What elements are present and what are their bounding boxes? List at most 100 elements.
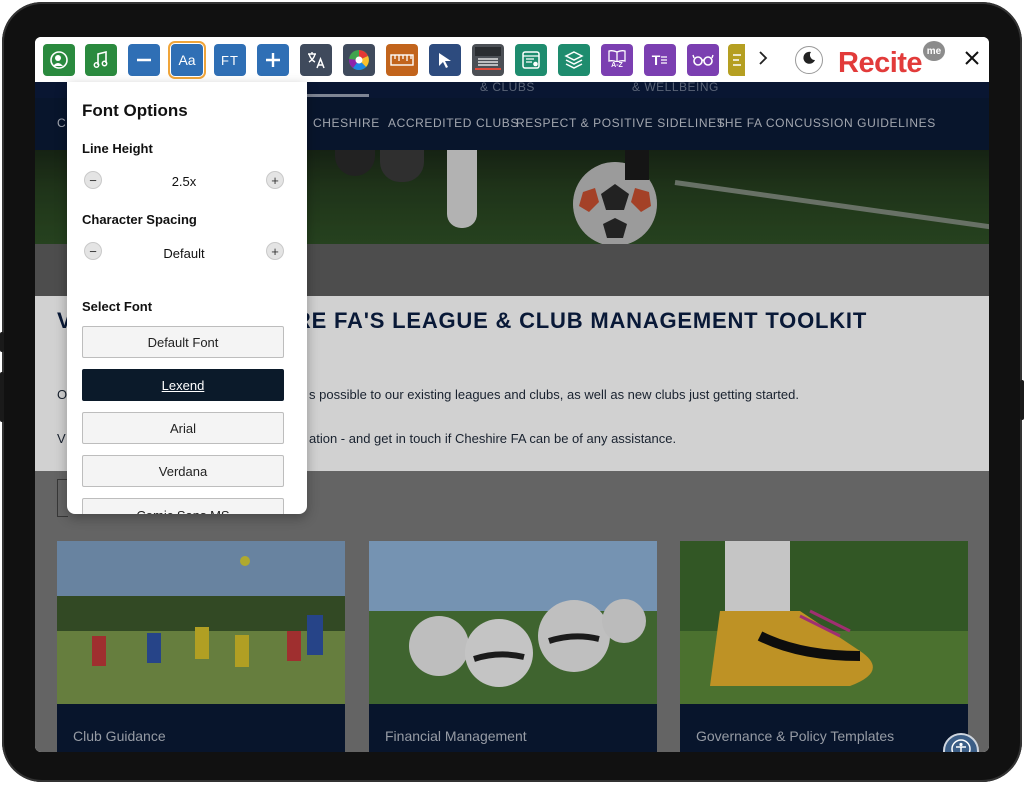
para-rest: s possible to our existing leagues and c…: [309, 387, 799, 402]
nav-item-concussion[interactable]: THE FA CONCUSSION GUIDELINES: [717, 116, 936, 130]
page-layers-button[interactable]: [558, 44, 590, 76]
intro-paragraph: Os possible to our existing leagues and …: [57, 387, 799, 402]
color-wheel-icon: [347, 48, 371, 72]
char-spacing-decrease-button[interactable]: −: [84, 242, 102, 260]
panel-title: Font Options: [82, 101, 188, 120]
translate-button[interactable]: [300, 44, 332, 76]
font-option-lexend[interactable]: Lexend: [82, 369, 284, 401]
minus-icon: [135, 51, 153, 69]
card-image: [57, 541, 345, 704]
dictionary-icon: [608, 50, 626, 62]
logo-wordmark: Recite: [838, 47, 923, 79]
nav-item[interactable]: C: [57, 116, 66, 130]
para-rest: ation - and get in touch if Cheshire FA …: [309, 431, 677, 446]
moon-icon: [801, 50, 817, 71]
lines-icon: [660, 55, 668, 65]
player-boot: [380, 150, 424, 182]
card-footer: Financial Management: [369, 704, 657, 752]
font-option-verdana[interactable]: Verdana: [82, 455, 284, 487]
toolbar-scroll-right-button[interactable]: [751, 45, 775, 75]
font-type-button[interactable]: FT: [214, 44, 246, 76]
card-image: [680, 541, 968, 704]
line-height-increase-button[interactable]: +: [266, 171, 284, 189]
cursor-button[interactable]: [429, 44, 461, 76]
font-type-icon: FT: [221, 52, 239, 68]
translate-icon: [306, 50, 326, 70]
headline-rest: IRE FA'S LEAGUE & CLUB MANAGEMENT TOOLKI…: [288, 308, 868, 333]
card-club-guidance[interactable]: Club Guidance: [57, 541, 345, 752]
nav-item-respect[interactable]: RESPECT & POSITIVE SIDELINES: [516, 116, 725, 130]
plus-icon: +: [271, 243, 279, 259]
font-option-default[interactable]: Default Font: [82, 326, 284, 358]
reading-glasses-button[interactable]: [687, 44, 719, 76]
dictionary-button[interactable]: A-Z: [601, 44, 633, 76]
magnifier-text-button[interactable]: T: [644, 44, 676, 76]
close-toolbar-button[interactable]: [960, 48, 984, 72]
pitch-line: [674, 180, 989, 230]
line-height-decrease-button[interactable]: −: [84, 171, 102, 189]
screen-reader-button[interactable]: [43, 44, 75, 76]
color-settings-button[interactable]: [343, 44, 375, 76]
screen-mask-icon: [475, 47, 501, 73]
accessibility-icon: [951, 738, 971, 752]
ruler-button[interactable]: [386, 44, 418, 76]
font-option-arial[interactable]: Arial: [82, 412, 284, 444]
line-height-label: Line Height: [82, 141, 153, 156]
topbar-item[interactable]: & WELLBEING: [632, 80, 719, 94]
para-start: V: [57, 431, 66, 446]
card-footer: Governance & Policy Templates: [680, 704, 968, 752]
magnify-text-icon: T: [651, 52, 661, 68]
player-leg: [625, 150, 649, 180]
power-button: [1020, 380, 1024, 420]
text-only-button[interactable]: [515, 44, 547, 76]
close-icon: [965, 50, 979, 70]
glasses-icon: [692, 54, 714, 66]
nav-item-accredited-clubs[interactable]: ACCREDITED CLUBS: [388, 116, 519, 130]
card-title: Governance & Policy Templates: [696, 728, 895, 744]
music-note-icon: [92, 51, 110, 69]
chevron-right-icon: [758, 50, 768, 70]
screen-mask-button[interactable]: [472, 44, 504, 76]
player-leg: [447, 150, 477, 228]
select-font-label: Select Font: [82, 299, 153, 314]
text-size-icon: Aa: [178, 52, 196, 68]
card-image: [369, 541, 657, 704]
volume-button: [0, 372, 4, 422]
topbar-item[interactable]: & CLUBS: [480, 80, 535, 94]
screen: & CLUBS & WELLBEING C CHESHIRE ACCREDITE…: [35, 37, 989, 752]
char-spacing-increase-button[interactable]: +: [266, 242, 284, 260]
nav-item-cheshire[interactable]: CHESHIRE: [313, 116, 380, 130]
cursor-arrow-icon: [436, 51, 454, 69]
partial-icon: [732, 52, 742, 68]
font-options-button[interactable]: Aa: [168, 41, 206, 79]
para-start: O: [57, 387, 68, 402]
intro-paragraph: Vation - and get in touch if Cheshire FA…: [57, 431, 676, 446]
dark-mode-toggle[interactable]: [795, 46, 823, 74]
plus-icon: +: [271, 172, 279, 188]
font-options-panel: Font Options Line Height − 2.5x + Charac…: [67, 82, 307, 514]
minus-icon: −: [89, 243, 97, 259]
dictionary-label: A-Z: [611, 62, 623, 69]
card-title: Financial Management: [385, 728, 527, 744]
character-spacing-label: Character Spacing: [82, 212, 197, 227]
decrease-text-button[interactable]: [128, 44, 160, 76]
partial-button[interactable]: [728, 44, 745, 76]
ruler-icon: [390, 53, 414, 67]
font-option-comic-sans[interactable]: Comic Sans MS: [82, 498, 284, 514]
increase-text-button[interactable]: [257, 44, 289, 76]
recite-logo: Recite me: [837, 41, 947, 79]
text-only-icon: [521, 50, 541, 70]
card-financial-management[interactable]: Financial Management: [369, 541, 657, 752]
player-boot: [335, 150, 375, 176]
audio-settings-button[interactable]: [85, 44, 117, 76]
minus-icon: −: [89, 172, 97, 188]
card-governance[interactable]: Governance & Policy Templates: [680, 541, 968, 752]
char-spacing-value: Default: [163, 246, 205, 261]
card-title: Club Guidance: [73, 728, 166, 744]
line-height-value: 2.5x: [171, 174, 197, 189]
recite-toolbar: Aa FT A-Z T Recite me: [35, 37, 989, 82]
speech-head-icon: [49, 50, 69, 70]
layers-icon: [564, 50, 584, 70]
side-button: [0, 332, 4, 352]
plus-icon: [264, 51, 282, 69]
